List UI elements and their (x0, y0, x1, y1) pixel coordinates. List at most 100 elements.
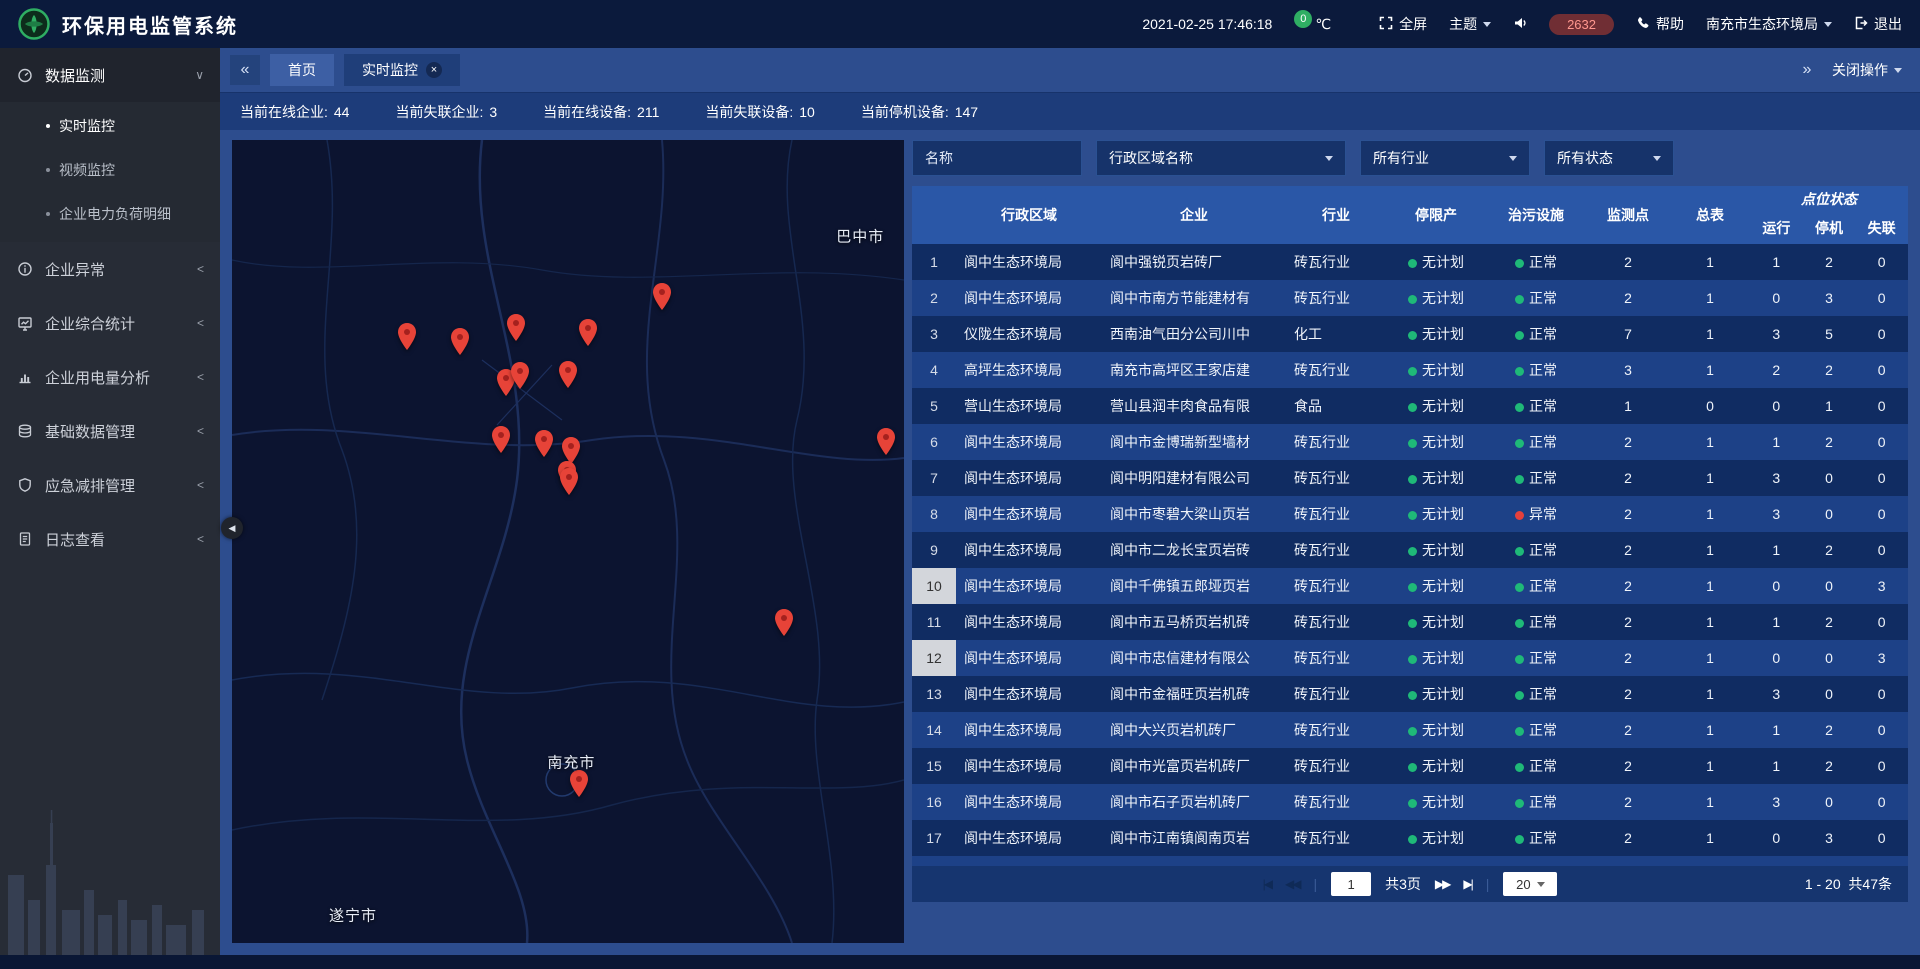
row-index: 8 (912, 496, 956, 532)
map-pin-icon[interactable] (505, 313, 526, 342)
row-monitor-points: 2 (1586, 794, 1670, 810)
table-row[interactable]: 8阆中生态环境局阆中市枣碧大梁山页岩砖瓦行业无计划异常21300 (912, 496, 1908, 532)
row-monitor-points: 2 (1586, 614, 1670, 630)
tab-home[interactable]: 首页 (270, 54, 334, 86)
map-pin-icon[interactable] (396, 322, 417, 351)
row-running: 3 (1750, 794, 1803, 810)
sidebar-item-video-monitoring[interactable]: 视频监控 (0, 148, 220, 192)
total-pages-label: 共3页 (1385, 874, 1421, 894)
row-facility-status: 正常 (1486, 540, 1586, 560)
map-pin-icon[interactable] (773, 608, 794, 637)
map-pin-icon[interactable] (450, 327, 471, 356)
fullscreen-button[interactable]: 全屏 (1379, 14, 1427, 34)
row-disconnected: 3 (1855, 578, 1908, 594)
map-pin-icon[interactable] (559, 467, 580, 496)
row-total-meters: 1 (1670, 722, 1750, 738)
status-filter-select[interactable]: 所有状态 (1544, 140, 1674, 176)
next-page-button[interactable]: ▶▶ (1435, 877, 1449, 891)
table-row[interactable]: 7阆中生态环境局阆中明阳建材有限公司砖瓦行业无计划正常21300 (912, 460, 1908, 496)
last-page-button[interactable]: ▶| (1463, 877, 1471, 891)
table-row[interactable]: 16阆中生态环境局阆中市石子页岩机砖厂砖瓦行业无计划正常21300 (912, 784, 1908, 820)
row-disconnected: 0 (1855, 290, 1908, 306)
first-page-button[interactable]: |◀ (1263, 877, 1271, 891)
map-pin-icon[interactable] (491, 425, 512, 454)
close-operations-menu[interactable]: 关闭操作 (1832, 60, 1902, 80)
stat-offline-devices: 当前失联设备:10 (705, 102, 814, 122)
sidebar-group-emergency-reduction[interactable]: 应急减排管理 < (0, 458, 220, 512)
map-panel[interactable]: 巴中市南充市遂宁市 ◀ (232, 140, 904, 943)
row-facility-status: 正常 (1486, 684, 1586, 704)
status-dot-icon (1515, 439, 1524, 448)
row-region: 阆中生态环境局 (956, 576, 1102, 596)
temperature-badge: 0 ℃ (1294, 16, 1331, 33)
map-pin-icon[interactable] (875, 427, 896, 456)
close-tab-icon[interactable]: × (426, 62, 442, 78)
name-filter-input[interactable] (912, 140, 1082, 176)
sidebar-group-data-monitoring[interactable]: 数据监测 ∨ (0, 48, 220, 102)
temperature-unit: ℃ (1315, 16, 1331, 33)
row-industry: 砖瓦行业 (1286, 252, 1386, 272)
row-facility-status: 正常 (1486, 612, 1586, 632)
industry-filter-select[interactable]: 所有行业 (1360, 140, 1530, 176)
table-row[interactable]: 13阆中生态环境局阆中市金福旺页岩机砖砖瓦行业无计划正常21300 (912, 676, 1908, 712)
region-filter-select[interactable]: 行政区域名称 (1096, 140, 1346, 176)
status-dot-icon (1408, 331, 1417, 340)
table-row[interactable]: 3仪陇生态环境局西南油气田分公司川中化工无计划正常71350 (912, 316, 1908, 352)
status-dot-icon (1515, 799, 1524, 808)
map-pin-icon[interactable] (558, 360, 579, 389)
row-stopped: 2 (1803, 434, 1856, 450)
content-area: 巴中市南充市遂宁市 ◀ 行政区域名称 所有行业 (220, 130, 1920, 955)
page-number-input[interactable]: 1 (1331, 872, 1371, 896)
table-row[interactable]: 2阆中生态环境局阆中市南方节能建材有砖瓦行业无计划正常21030 (912, 280, 1908, 316)
col-run-header: 运行 (1750, 212, 1803, 244)
theme-menu[interactable]: 主题 (1449, 14, 1491, 34)
row-facility-status: 正常 (1486, 360, 1586, 380)
status-dot-icon (1408, 511, 1417, 520)
status-dot-icon (1408, 475, 1417, 484)
table-row[interactable]: 1阆中生态环境局阆中强锐页岩砖厂砖瓦行业无计划正常21120 (912, 244, 1908, 280)
sidebar-group-company-abnormal[interactable]: 企业异常 < (0, 242, 220, 296)
table-row[interactable]: 14阆中生态环境局阆中大兴页岩机砖厂砖瓦行业无计划正常21120 (912, 712, 1908, 748)
table-row[interactable]: 4高坪生态环境局南充市高坪区王家店建砖瓦行业无计划正常31220 (912, 352, 1908, 388)
sidebar-group-log-view[interactable]: 日志查看 < (0, 512, 220, 566)
table-row[interactable]: 15阆中生态环境局阆中市光富页岩机砖厂砖瓦行业无计划正常21120 (912, 748, 1908, 784)
sidebar-item-realtime-monitoring[interactable]: 实时监控 (0, 104, 220, 148)
sidebar-group-base-data[interactable]: 基础数据管理 < (0, 404, 220, 458)
page-size-select[interactable]: 20 (1503, 872, 1557, 896)
col-lost-header: 失联 (1855, 212, 1908, 244)
table-row[interactable]: 9阆中生态环境局阆中市二龙长宝页岩砖砖瓦行业无计划正常21120 (912, 532, 1908, 568)
prev-page-button[interactable]: ◀◀ (1285, 877, 1299, 891)
logout-button[interactable]: 退出 (1854, 14, 1902, 34)
row-facility-status: 正常 (1486, 576, 1586, 596)
table-row[interactable]: 11阆中生态环境局阆中市五马桥页岩机砖砖瓦行业无计划正常21120 (912, 604, 1908, 640)
org-menu[interactable]: 南充市生态环境局 (1706, 14, 1832, 34)
sidebar-group-company-statistics[interactable]: 企业综合统计 < (0, 296, 220, 350)
row-running: 0 (1750, 578, 1803, 594)
sound-button[interactable] (1513, 16, 1527, 33)
map-pin-icon[interactable] (652, 282, 673, 311)
table-row[interactable]: 10阆中生态环境局阆中千佛镇五郎垭页岩砖瓦行业无计划正常21003 (912, 568, 1908, 604)
tabs-scroll-left-button[interactable]: « (230, 55, 260, 85)
tabs-scroll-right-button[interactable]: » (1792, 55, 1822, 85)
tab-realtime-monitoring[interactable]: 实时监控 × (344, 54, 460, 86)
sidebar-item-power-load-detail[interactable]: 企业电力负荷明细 (0, 192, 220, 236)
bullet-icon (46, 168, 50, 172)
help-button[interactable]: 帮助 (1636, 14, 1684, 34)
row-total-meters: 1 (1670, 542, 1750, 558)
map-pin-icon[interactable] (533, 429, 554, 458)
sidebar-group-power-analysis[interactable]: 企业用电量分析 < (0, 350, 220, 404)
status-dot-icon (1408, 547, 1417, 556)
table-row[interactable]: 18南部生态环境局南部县双佛镇大河页岩砖瓦行业无计划正常21030 (912, 856, 1908, 866)
row-running: 1 (1750, 542, 1803, 558)
table-row[interactable]: 5营山生态环境局营山县润丰肉食品有限食品无计划正常10010 (912, 388, 1908, 424)
table-row[interactable]: 12阆中生态环境局阆中市忠信建材有限公砖瓦行业无计划正常21003 (912, 640, 1908, 676)
row-running: 1 (1750, 614, 1803, 630)
alert-count-badge[interactable]: 2632 (1549, 14, 1614, 35)
table-row[interactable]: 17阆中生态环境局阆中市江南镇阆南页岩砖瓦行业无计划正常21030 (912, 820, 1908, 856)
map-pin-icon[interactable] (510, 361, 531, 390)
table-row[interactable]: 6阆中生态环境局阆中市金博瑞新型墙材砖瓦行业无计划正常21120 (912, 424, 1908, 460)
map-pin-icon[interactable] (578, 318, 599, 347)
table-header: 行政区域 企业 行业 停限产 治污设施 监测点 总表 点位状态 运行 停机 失联 (912, 186, 1908, 244)
row-limit-status: 无计划 (1386, 576, 1486, 596)
map-pin-icon[interactable] (568, 769, 589, 798)
